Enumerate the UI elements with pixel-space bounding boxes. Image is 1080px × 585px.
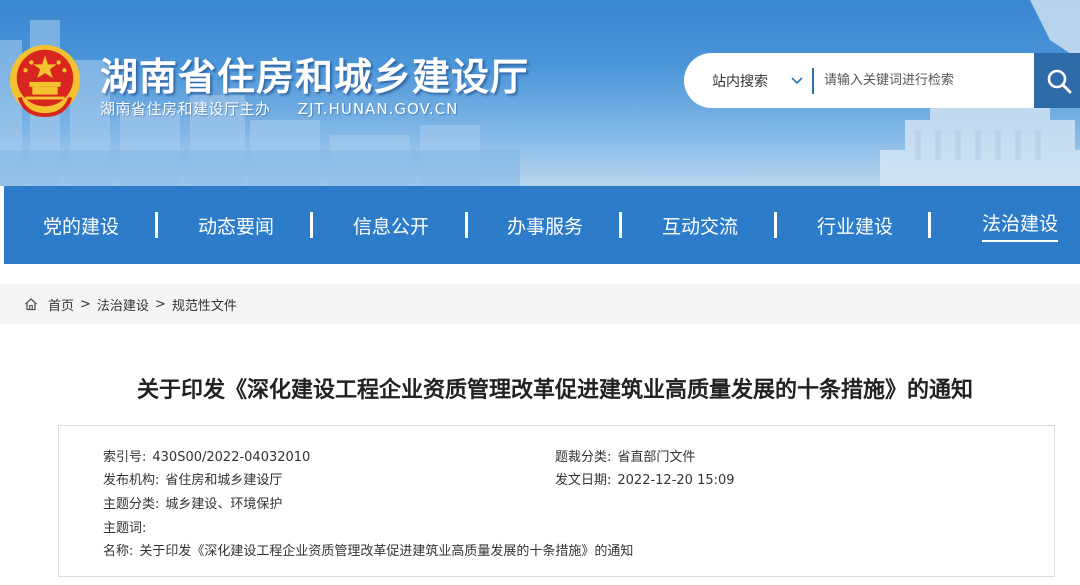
nav-item-news[interactable]: 动态要闻 — [198, 186, 274, 264]
meta-keywords: 主题词: — [103, 517, 152, 536]
meta-label: 主题分类: — [103, 497, 159, 512]
meta-label: 题裁分类: — [555, 450, 611, 465]
document-meta-box: 索引号: 430S00/2022-04032010 题裁分类: 省直部门文件 发布机… — [58, 425, 1055, 577]
search-icon — [1046, 68, 1072, 94]
meta-issuer: 发布机构: 省住房和城乡建设厅 — [103, 469, 282, 488]
meta-label: 主题词: — [103, 521, 146, 536]
nav-label: 动态要闻 — [198, 212, 274, 239]
nav-item-interaction[interactable]: 互动交流 — [662, 186, 738, 264]
nav-item-disclosure[interactable]: 信息公开 — [353, 186, 429, 264]
meta-label: 发文日期: — [555, 473, 611, 488]
nav-item-services[interactable]: 办事服务 — [507, 186, 583, 264]
meta-name: 名称: 关于印发《深化建设工程企业资质管理改革促进建筑业高质量发展的十条措施》的通… — [103, 540, 633, 559]
meta-value: 省住房和城乡建设厅 — [165, 473, 282, 488]
site-domain: ZJT.HUNAN.GOV.CN — [298, 100, 459, 118]
nav-item-party[interactable]: 党的建设 — [43, 186, 119, 264]
meta-genre: 题裁分类: 省直部门文件 — [555, 446, 695, 465]
search-button[interactable] — [1034, 53, 1080, 108]
meta-label: 名称: — [103, 544, 133, 559]
site-owner: 湖南省住房和建设厅主办 — [100, 100, 271, 118]
site-header: 湖南省住房和城乡建设厅 湖南省住房和建设厅主办 ZJT.HUNAN.GOV.CN… — [0, 0, 1080, 186]
search-scope-label: 站内搜索 — [712, 71, 768, 91]
meta-label: 发布机构: — [103, 473, 159, 488]
breadcrumb: 首页 > 法治建设 > 规范性文件 — [0, 284, 1080, 324]
nav-separator — [774, 212, 777, 238]
nav-label: 行业建设 — [817, 212, 893, 239]
nav-label: 互动交流 — [662, 212, 738, 239]
nav-label: 办事服务 — [507, 212, 583, 239]
meta-topic: 主题分类: 城乡建设、环境保护 — [103, 493, 282, 512]
meta-value: 省直部门文件 — [617, 450, 695, 465]
breadcrumb-separator: > — [155, 297, 166, 312]
nav-separator — [310, 212, 313, 238]
home-icon — [24, 297, 38, 311]
site-subtitle: 湖南省住房和建设厅主办 ZJT.HUNAN.GOV.CN — [100, 98, 458, 119]
meta-value: 2022-12-20 15:09 — [617, 473, 734, 488]
search-box: 站内搜索 — [684, 53, 1034, 108]
chevron-down-icon — [790, 74, 804, 88]
breadcrumb-level2-link[interactable]: 规范性文件 — [172, 295, 237, 314]
meta-label: 索引号: — [103, 450, 146, 465]
search-input[interactable] — [814, 53, 1034, 108]
meta-value: 关于印发《深化建设工程企业资质管理改革促进建筑业高质量发展的十条措施》的通知 — [139, 544, 633, 559]
nav-separator — [155, 212, 158, 238]
search-scope-select[interactable]: 站内搜索 — [684, 53, 812, 108]
meta-value: 城乡建设、环境保护 — [165, 497, 282, 512]
meta-date: 发文日期: 2022-12-20 15:09 — [555, 469, 735, 488]
nav-separator — [619, 212, 622, 238]
national-emblem-icon — [6, 40, 84, 120]
meta-value: 430S00/2022-04032010 — [152, 450, 310, 465]
nav-label-active: 法治建设 — [982, 209, 1058, 242]
nav-label: 党的建设 — [43, 212, 119, 239]
breadcrumb-home-link[interactable]: 首页 — [48, 295, 74, 314]
nav-item-industry[interactable]: 行业建设 — [817, 186, 893, 264]
main-nav: 党的建设 动态要闻 信息公开 办事服务 互动交流 行业建设 法治建设 — [4, 186, 1080, 264]
nav-label: 信息公开 — [353, 212, 429, 239]
meta-index-no: 索引号: 430S00/2022-04032010 — [103, 446, 310, 465]
article-title: 关于印发《深化建设工程企业资质管理改革促进建筑业高质量发展的十条措施》的通知 — [0, 372, 1080, 404]
nav-separator — [928, 212, 931, 238]
nav-separator — [465, 212, 468, 238]
breadcrumb-level1-link[interactable]: 法治建设 — [97, 295, 149, 314]
site-title: 湖南省住房和城乡建设厅 — [100, 46, 529, 101]
nav-item-rule-of-law[interactable]: 法治建设 — [982, 186, 1058, 264]
breadcrumb-separator: > — [80, 297, 91, 312]
